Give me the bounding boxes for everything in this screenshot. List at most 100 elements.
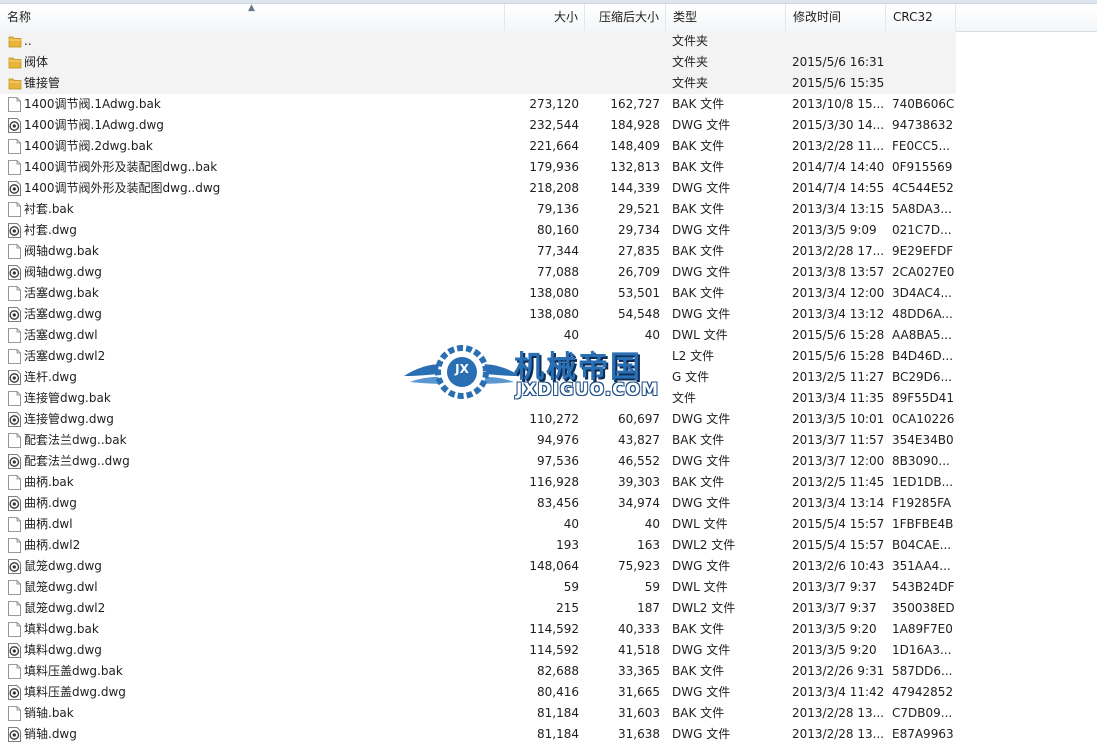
- file-packed-size: 60,697: [618, 412, 660, 426]
- file-crc32: FE0CC5...: [892, 139, 950, 153]
- file-row[interactable]: 填料dwg.bak 114,592 40,333 BAK 文件 2013/3/5 9:2…: [0, 619, 1097, 640]
- dwg-file-icon: [8, 496, 21, 511]
- column-header-name[interactable]: 名称 ▲: [0, 3, 505, 31]
- file-icon: [8, 97, 21, 112]
- file-packed-size: 163: [637, 538, 660, 552]
- file-modified: 2015/5/6 15:28: [792, 349, 884, 363]
- file-type: BAK 文件: [672, 475, 725, 489]
- file-row[interactable]: 活塞dwg.bak 138,080 53,501 BAK 文件 2013/3/4 12:…: [0, 283, 1097, 304]
- file-row[interactable]: 衬套.bak 79,136 29,521 BAK 文件 2013/3/4 13:15 5A…: [0, 199, 1097, 220]
- file-modified: 2015/5/6 15:35: [792, 76, 884, 90]
- file-type: DWG 文件: [672, 685, 731, 699]
- file-row[interactable]: 1400调节阀外形及装配图dwg..dwg 218,208 144,339 DWG 文…: [0, 178, 1097, 199]
- file-type: DWG 文件: [672, 454, 731, 468]
- file-row[interactable]: 鼠笼dwg.dwg 148,064 75,923 DWG 文件 2013/2/6 10:…: [0, 556, 1097, 577]
- file-name: 1400调节阀.2dwg.bak: [24, 139, 153, 153]
- file-packed-size: 46,552: [618, 454, 660, 468]
- file-crc32: 0F915569: [892, 160, 953, 174]
- column-header-type[interactable]: 类型: [666, 4, 786, 31]
- file-icon: [8, 160, 21, 175]
- file-crc32: 47942852: [892, 685, 954, 699]
- column-header-modified[interactable]: 修改时间: [786, 4, 886, 31]
- file-icon: [8, 433, 21, 448]
- column-header-crc32[interactable]: CRC32: [886, 4, 956, 31]
- file-size: 138,080: [529, 307, 579, 321]
- file-modified: 2013/3/4 11:42: [792, 685, 884, 699]
- watermark-logo: JX 机械帝国 JXDIGUO.COM: [402, 338, 702, 406]
- file-row[interactable]: 活塞dwg.dwg 138,080 54,548 DWG 文件 2013/3/4 13:…: [0, 304, 1097, 325]
- file-modified: 2013/2/28 13...: [792, 727, 884, 741]
- file-crc32: 48DD6A...: [892, 307, 953, 321]
- file-packed-size: 148,409: [610, 139, 660, 153]
- file-row[interactable]: 配套法兰dwg..dwg 97,536 46,552 DWG 文件 2013/3/7 1…: [0, 451, 1097, 472]
- file-size: 80,416: [537, 685, 579, 699]
- file-crc32: 1D16A3...: [892, 643, 952, 657]
- column-header-size[interactable]: 大小: [505, 4, 585, 31]
- column-size-label: 大小: [553, 10, 578, 24]
- file-packed-size: 27,835: [618, 244, 660, 258]
- file-packed-size: 184,928: [610, 118, 660, 132]
- file-name: 配套法兰dwg..dwg: [24, 454, 130, 468]
- file-row[interactable]: 销轴.bak 81,184 31,603 BAK 文件 2013/2/28 13... C…: [0, 703, 1097, 724]
- file-icon: [8, 244, 21, 259]
- file-row[interactable]: 曲柄.dwl 40 40 DWL 文件 2015/5/4 15:57 1FBFBE4B: [0, 514, 1097, 535]
- column-header-packed-size[interactable]: 压缩后大小: [585, 4, 666, 31]
- file-size: 148,064: [529, 559, 579, 573]
- file-row[interactable]: 连接管dwg.dwg 110,272 60,697 DWG 文件 2013/3/5 10…: [0, 409, 1097, 430]
- file-row[interactable]: 填料压盖dwg.bak 82,688 33,365 BAK 文件 2013/2/26 9…: [0, 661, 1097, 682]
- file-packed-size: 31,638: [618, 727, 660, 741]
- file-name: 1400调节阀.1Adwg.dwg: [24, 118, 164, 132]
- file-name: 鼠笼dwg.dwg: [24, 559, 102, 573]
- file-row[interactable]: 阀轴dwg.dwg 77,088 26,709 DWG 文件 2013/3/8 13:5…: [0, 262, 1097, 283]
- file-type: BAK 文件: [672, 139, 725, 153]
- file-type: BAK 文件: [672, 160, 725, 174]
- file-packed-size: 29,521: [618, 202, 660, 216]
- file-row[interactable]: 曲柄.bak 116,928 39,303 BAK 文件 2013/2/5 11:45 1…: [0, 472, 1097, 493]
- file-type: BAK 文件: [672, 286, 725, 300]
- file-type: BAK 文件: [672, 433, 725, 447]
- file-name: 连接管dwg.dwg: [24, 412, 114, 426]
- file-modified: 2013/3/5 9:20: [792, 622, 877, 636]
- file-name: 阀轴dwg.bak: [24, 244, 99, 258]
- file-size: 77,088: [537, 265, 579, 279]
- file-size: 179,936: [529, 160, 579, 174]
- file-row[interactable]: 鼠笼dwg.dwl 59 59 DWL 文件 2013/3/7 9:37 543B24DF: [0, 577, 1097, 598]
- file-row[interactable]: 1400调节阀.1Adwg.dwg 232,544 184,928 DWG 文件 201…: [0, 115, 1097, 136]
- file-type: DWG 文件: [672, 307, 731, 321]
- file-size: 82,688: [537, 664, 579, 678]
- file-icon: [8, 328, 21, 343]
- file-crc32: 1FBFBE4B: [892, 517, 954, 531]
- file-crc32: 8B3090...: [892, 454, 950, 468]
- file-row[interactable]: 1400调节阀.2dwg.bak 221,664 148,409 BAK 文件 2013…: [0, 136, 1097, 157]
- file-size: 80,160: [537, 223, 579, 237]
- file-name: 鼠笼dwg.dwl: [24, 580, 98, 594]
- folder-icon: [8, 76, 22, 91]
- file-size: 97,536: [537, 454, 579, 468]
- file-size: 79,136: [537, 202, 579, 216]
- column-modified-label: 修改时间: [793, 10, 842, 24]
- file-row[interactable]: 填料dwg.dwg 114,592 41,518 DWG 文件 2013/3/5 9:2…: [0, 640, 1097, 661]
- file-row[interactable]: 衬套.dwg 80,160 29,734 DWG 文件 2013/3/5 9:09 021…: [0, 220, 1097, 241]
- file-row[interactable]: 锥接管 文件夹 2015/5/6 15:35: [0, 73, 1097, 94]
- dwg-file-icon: [8, 454, 21, 469]
- file-crc32: 0CA10226: [892, 412, 955, 426]
- file-crc32: B4D46D...: [892, 349, 954, 363]
- file-row[interactable]: 销轴.dwg 81,184 31,638 DWG 文件 2013/2/28 13... E…: [0, 724, 1097, 745]
- file-modified: 2013/3/8 13:57: [792, 265, 884, 279]
- file-crc32: 4C544E52: [892, 181, 954, 195]
- file-row[interactable]: 阀轴dwg.bak 77,344 27,835 BAK 文件 2013/2/28 17.…: [0, 241, 1097, 262]
- file-row[interactable]: 曲柄.dwl2 193 163 DWL2 文件 2015/5/4 15:57 B04CAE…: [0, 535, 1097, 556]
- file-row[interactable]: 填料压盖dwg.dwg 80,416 31,665 DWG 文件 2013/3/4 11…: [0, 682, 1097, 703]
- file-row[interactable]: 曲柄.dwg 83,456 34,974 DWG 文件 2013/3/4 13:14 F1…: [0, 493, 1097, 514]
- file-row[interactable]: 配套法兰dwg..bak 94,976 43,827 BAK 文件 2013/3/7 1…: [0, 430, 1097, 451]
- file-modified: 2013/2/5 11:27: [792, 370, 884, 384]
- file-row[interactable]: 1400调节阀.1Adwg.bak 273,120 162,727 BAK 文件 201…: [0, 94, 1097, 115]
- file-row[interactable]: 鼠笼dwg.dwl2 215 187 DWL2 文件 2013/3/7 9:37 3500…: [0, 598, 1097, 619]
- file-name: 1400调节阀外形及装配图dwg..bak: [24, 160, 218, 174]
- dwg-file-icon: [8, 265, 21, 280]
- file-row[interactable]: .. 文件夹: [0, 31, 1097, 52]
- file-packed-size: 26,709: [618, 265, 660, 279]
- file-size: 94,976: [537, 433, 579, 447]
- file-row[interactable]: 阀体 文件夹 2015/5/6 16:31: [0, 52, 1097, 73]
- file-row[interactable]: 1400调节阀外形及装配图dwg..bak 179,936 132,813 BAK 文…: [0, 157, 1097, 178]
